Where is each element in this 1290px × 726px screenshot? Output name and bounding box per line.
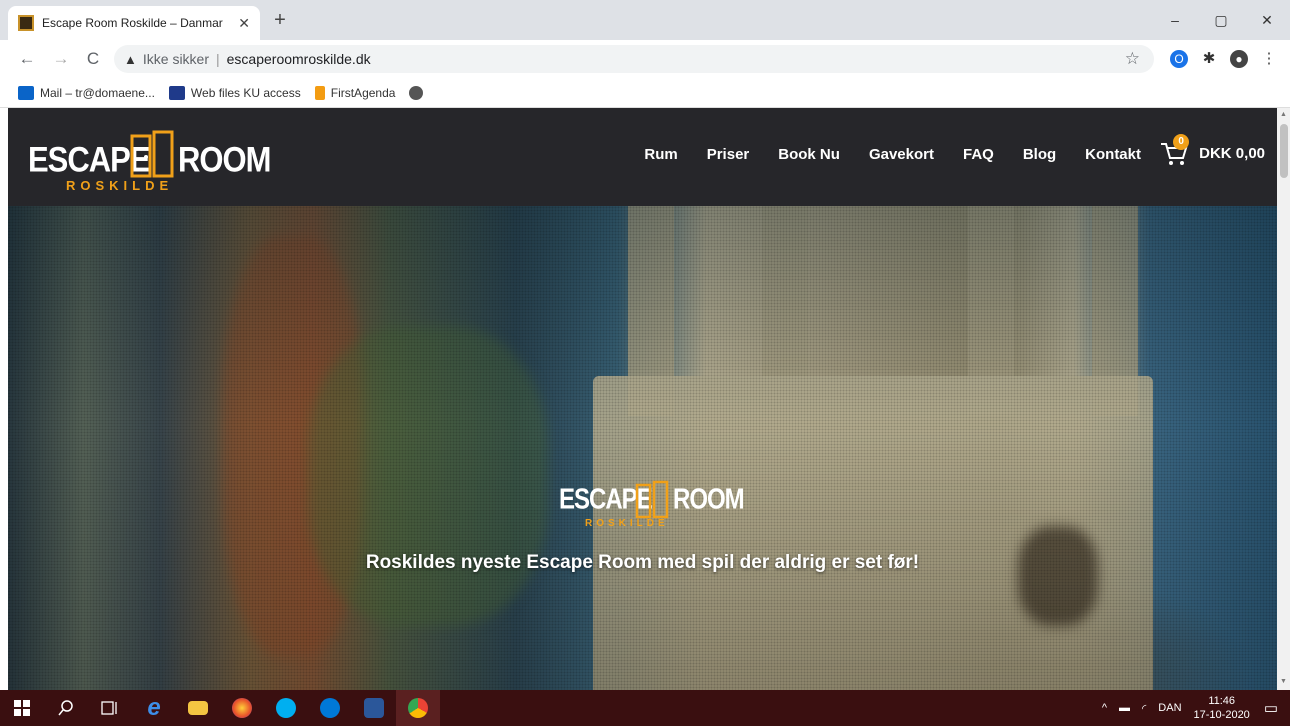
not-secure-label[interactable]: Ikke sikker (143, 51, 209, 67)
site-favicon-icon (18, 15, 34, 31)
tab-close-icon[interactable]: ✕ (238, 15, 250, 32)
hero-logo-word-right: ROOM (673, 483, 745, 516)
file-explorer-icon[interactable] (176, 690, 220, 726)
system-clock[interactable]: 11:46 17-10-2020 (1194, 694, 1250, 722)
tab-title: Escape Room Roskilde – Danmar (42, 16, 223, 30)
language-indicator[interactable]: DAN (1158, 702, 1181, 714)
bookmark-label: Mail – tr@domaene... (40, 85, 155, 100)
logo-subtitle: ROSKILDE (66, 178, 174, 193)
hero-dot-pattern (8, 206, 1277, 690)
hero-logo: ESCAPE ROOM ROSKILDE (559, 474, 745, 534)
address-bar[interactable]: ▲ Ikke sikker | escaperoomroskilde.dk ☆ (114, 45, 1154, 73)
bookmark-web-files[interactable]: Web files KU access (168, 85, 301, 100)
nav-gavekort[interactable]: Gavekort (869, 146, 934, 163)
site-logo[interactable]: ESCAPE ROOM ROSKILDE (28, 122, 271, 198)
search-icon[interactable] (44, 690, 88, 726)
edge-icon[interactable]: e (132, 690, 176, 726)
profile-avatar-icon[interactable]: ● (1230, 50, 1248, 68)
extensions-puzzle-icon[interactable]: ✱ (1200, 50, 1218, 68)
wifi-icon[interactable]: ◜ (1142, 702, 1146, 715)
task-view-icon[interactable] (88, 690, 132, 726)
clock-time: 11:46 (1208, 695, 1236, 707)
hero-logo-subtitle: ROSKILDE (585, 518, 669, 529)
minimize-button[interactable]: – (1152, 6, 1198, 34)
extension-o-icon[interactable]: O (1170, 50, 1188, 68)
bookmark-star-icon[interactable]: ☆ (1125, 49, 1140, 69)
chevron-up-icon[interactable]: ^ (1102, 702, 1107, 714)
warning-icon[interactable]: ▲ (124, 52, 137, 67)
forward-button[interactable]: → (50, 48, 72, 70)
scroll-down-arrow-icon[interactable]: ▼ (1280, 678, 1287, 685)
nav-book-nu[interactable]: Book Nu (778, 146, 840, 163)
bookmark-label: FirstAgenda (330, 85, 396, 100)
close-window-button[interactable]: ✕ (1244, 6, 1290, 34)
bookmark-firstagenda[interactable]: FirstAgenda (314, 85, 396, 100)
nav-blog[interactable]: Blog (1023, 146, 1056, 163)
page-viewport: ESCAPE ROOM ROSKILDE Rum Priser Book Nu … (8, 108, 1277, 690)
scroll-thumb[interactable] (1280, 124, 1288, 178)
bookmark-globe[interactable] (409, 85, 429, 100)
omnibox-divider: | (216, 51, 220, 67)
back-button[interactable]: ← (16, 48, 38, 70)
hero-door-icon (635, 480, 669, 519)
skype-icon[interactable] (264, 690, 308, 726)
cart-total: DKK 0,00 (1199, 144, 1265, 162)
outlook-icon (18, 85, 34, 100)
bookmarks-bar: Mail – tr@domaene... Web files KU access… (0, 78, 1290, 108)
scroll-up-arrow-icon[interactable]: ▲ (1280, 111, 1287, 118)
browser-tab-bar: Escape Room Roskilde – Danmar ✕ + – ▢ ✕ (0, 0, 1290, 40)
site-header: ESCAPE ROOM ROSKILDE Rum Priser Book Nu … (8, 108, 1277, 206)
url-text[interactable]: escaperoomroskilde.dk (227, 51, 371, 67)
door-logo-icon (130, 130, 174, 178)
nav-kontakt[interactable]: Kontakt (1085, 146, 1141, 163)
battery-icon[interactable]: ▬ (1119, 702, 1130, 714)
nav-rum[interactable]: Rum (644, 146, 677, 163)
browser-toolbar: ← → C ▲ Ikke sikker | escaperoomroskilde… (0, 40, 1290, 78)
maximize-button[interactable]: ▢ (1198, 6, 1244, 34)
new-tab-button[interactable]: + (268, 9, 292, 33)
system-tray: ^ ▬ ◜ DAN 11:46 17-10-2020 ▭ (1102, 690, 1290, 726)
firstagenda-icon (314, 85, 325, 100)
word-icon[interactable] (352, 690, 396, 726)
notification-icon[interactable]: ▭ (1264, 699, 1278, 717)
logo-word-right: ROOM (178, 139, 271, 180)
cart-icon: 0 (1159, 134, 1190, 168)
firefox-icon[interactable] (220, 690, 264, 726)
browser-tab[interactable]: Escape Room Roskilde – Danmar ✕ (8, 6, 260, 40)
clock-date: 17-10-2020 (1193, 709, 1250, 721)
ku-icon (168, 85, 185, 100)
nav-priser[interactable]: Priser (707, 146, 750, 163)
chrome-icon[interactable] (396, 690, 440, 726)
bookmark-mail[interactable]: Mail – tr@domaene... (18, 85, 155, 100)
hero-tagline: Roskildes nyeste Escape Room med spil de… (365, 552, 920, 573)
reload-button[interactable]: C (82, 48, 104, 70)
page-scrollbar[interactable]: ▲ ▼ (1277, 108, 1290, 690)
skype-for-business-icon[interactable] (308, 690, 352, 726)
windows-start-icon[interactable] (0, 690, 44, 726)
bookmark-label: Web files KU access (190, 85, 301, 100)
windows-taskbar: e ^ ▬ ◜ DAN 11:46 17-10-2020 ▭ (0, 690, 1290, 726)
nav-faq[interactable]: FAQ (963, 146, 994, 163)
menu-kebab-icon[interactable]: ⋮ (1260, 50, 1278, 68)
hero-banner: ESCAPE ROOM ROSKILDE Roskildes nyeste Es… (8, 206, 1277, 690)
cart-button[interactable]: 0 DKK 0,00 (1159, 134, 1265, 168)
main-navigation: Rum Priser Book Nu Gavekort FAQ Blog Kon… (615, 146, 1141, 163)
globe-icon (409, 85, 424, 100)
